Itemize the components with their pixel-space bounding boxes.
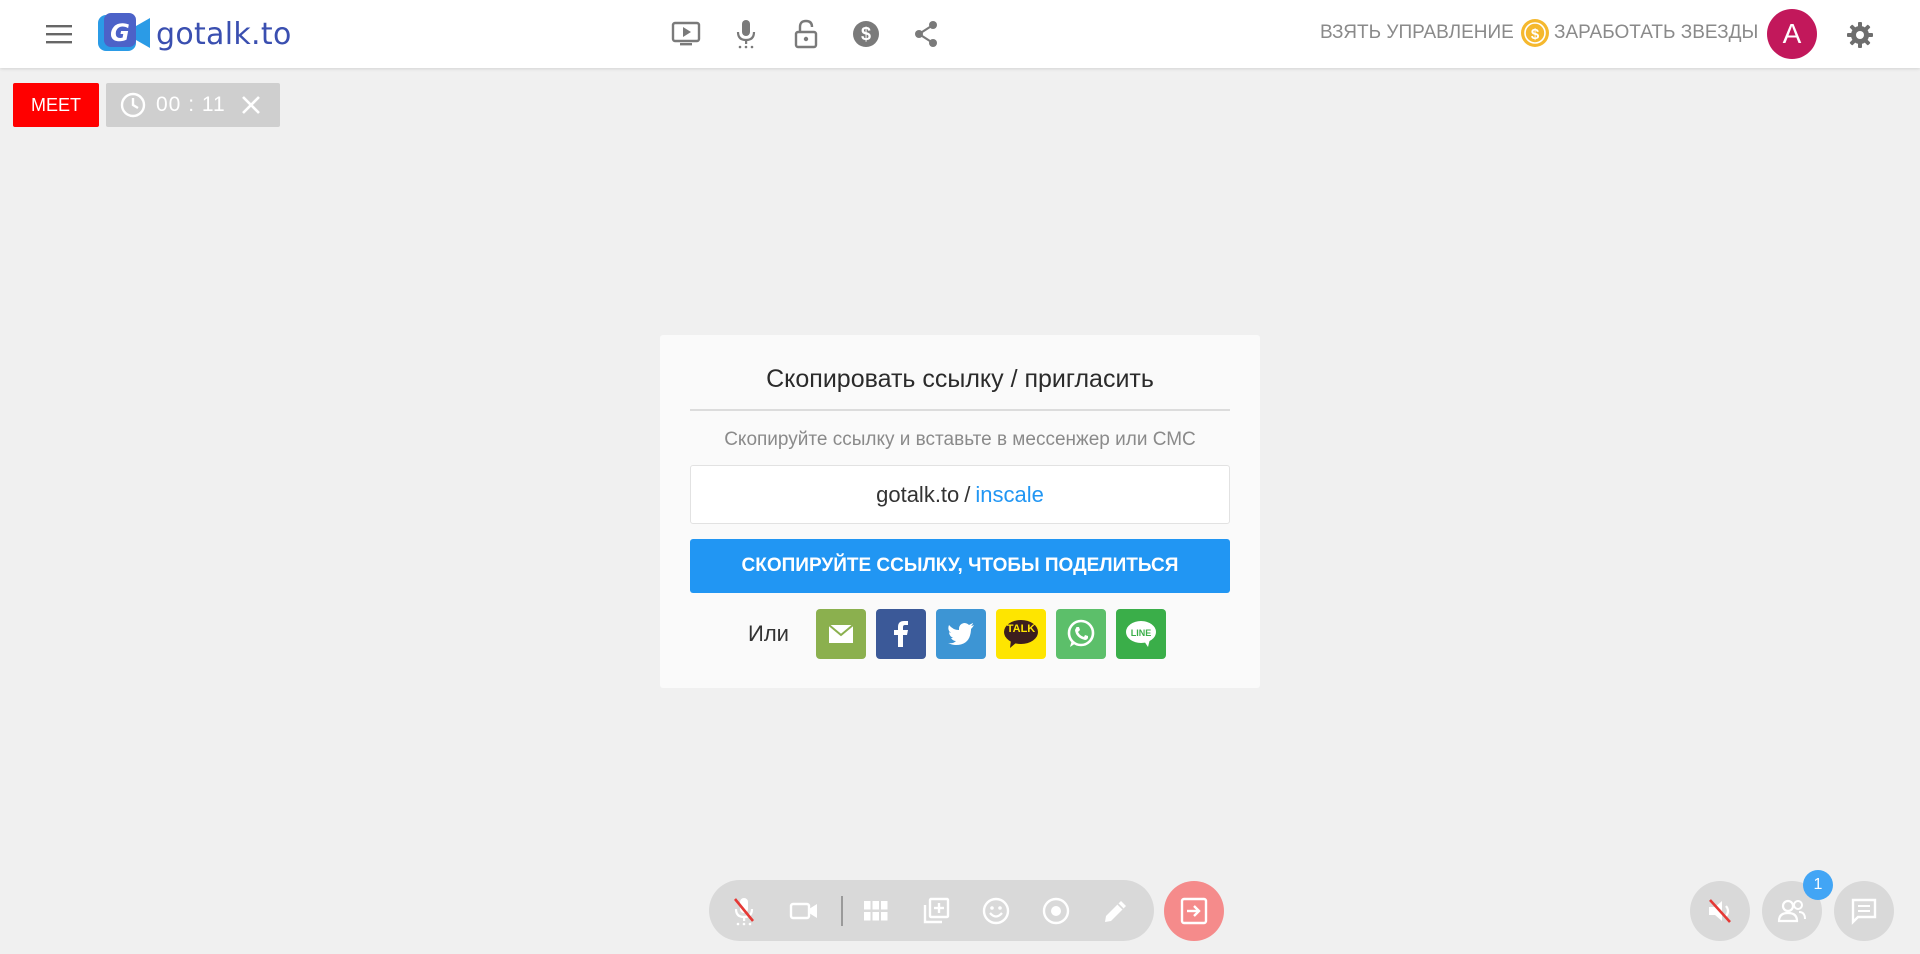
lock-open-icon[interactable]	[788, 16, 824, 52]
line-label: LINE	[1130, 628, 1152, 638]
copy-link-button[interactable]: СКОПИРУЙТЕ ССЫЛКУ, ЧТОБЫ ПОДЕЛИТЬСЯ	[690, 539, 1230, 593]
invite-card: Скопировать ссылку / пригласить Скопируй…	[660, 335, 1260, 688]
grid-layout-icon[interactable]	[859, 894, 893, 928]
invite-title: Скопировать ссылку / пригласить	[766, 365, 1154, 393]
pencil-icon[interactable]	[1099, 894, 1133, 928]
earn-stars-button[interactable]: $ ЗАРАБОТАТЬ ЗВЕЗДЫ	[1520, 18, 1758, 48]
or-label: Или	[748, 621, 789, 646]
share-whatsapp-button[interactable]	[1056, 609, 1106, 659]
mic-muted-icon[interactable]	[727, 894, 761, 928]
svg-text:$: $	[861, 24, 871, 44]
chat-button[interactable]	[1834, 881, 1894, 941]
take-control-button[interactable]: ВЗЯТЬ УПРАВЛЕНИЕ	[1320, 22, 1514, 44]
svg-text:G: G	[110, 19, 130, 47]
earn-stars-label: ЗАРАБОТАТЬ ЗВЕЗДЫ	[1554, 22, 1759, 43]
speaker-muted-icon	[1709, 899, 1731, 923]
kakaotalk-label: TALK	[1006, 623, 1036, 635]
invite-subtitle: Скопируйте ссылку и вставьте в мессенжер…	[724, 429, 1196, 450]
share-twitter-button[interactable]	[936, 609, 986, 659]
clock-icon	[120, 92, 146, 118]
room-link-field[interactable]: gotalk.to / inscale	[690, 465, 1230, 524]
exit-button[interactable]	[1164, 881, 1224, 941]
top-bar: G gotalk.to $ ВЗЯТЬ УПРАВЛЕНИЕ $ ЗАРАБОТ…	[0, 0, 1920, 68]
timer-value: 00 : 11	[156, 93, 226, 116]
toolbar-divider	[841, 896, 843, 926]
add-window-icon[interactable]	[919, 894, 953, 928]
share-email-button[interactable]	[816, 609, 866, 659]
share-line-button[interactable]: LINE	[1116, 609, 1166, 659]
link-separator: /	[964, 481, 971, 507]
hamburger-menu-icon[interactable]	[42, 20, 76, 48]
exit-icon	[1180, 897, 1208, 925]
link-domain: gotalk.to	[876, 481, 960, 507]
svg-text:$: $	[1531, 26, 1540, 43]
logo-text: gotalk.to	[156, 16, 292, 52]
call-toolbar	[709, 880, 1154, 941]
share-icon[interactable]	[908, 16, 944, 52]
play-screen-icon[interactable]	[668, 16, 704, 52]
coin-icon: $	[1521, 19, 1549, 47]
divider	[690, 409, 1230, 411]
participants-count-badge: 1	[1803, 870, 1833, 900]
twitter-icon	[948, 623, 974, 645]
participants-icon	[1777, 899, 1806, 923]
session-timer: 00 : 11	[106, 83, 280, 127]
meet-badge: MEET	[13, 83, 99, 127]
email-icon	[828, 624, 854, 643]
chat-icon	[1851, 898, 1877, 925]
logo-icon: G	[98, 13, 150, 51]
link-room-name: inscale	[975, 481, 1044, 507]
logo[interactable]: G gotalk.to	[94, 12, 292, 56]
record-icon[interactable]	[1039, 894, 1073, 928]
gear-icon[interactable]	[1843, 18, 1877, 52]
close-icon[interactable]	[240, 94, 262, 116]
microphone-icon[interactable]	[728, 16, 764, 52]
facebook-icon	[894, 621, 908, 647]
share-facebook-button[interactable]	[876, 609, 926, 659]
camera-icon[interactable]	[787, 894, 821, 928]
avatar[interactable]: A	[1767, 9, 1817, 59]
emoji-icon[interactable]	[979, 894, 1013, 928]
dollar-icon[interactable]: $	[848, 16, 884, 52]
whatsapp-icon	[1067, 619, 1095, 647]
speaker-muted-button[interactable]	[1690, 881, 1750, 941]
share-kakaotalk-button[interactable]: TALK	[996, 609, 1046, 659]
